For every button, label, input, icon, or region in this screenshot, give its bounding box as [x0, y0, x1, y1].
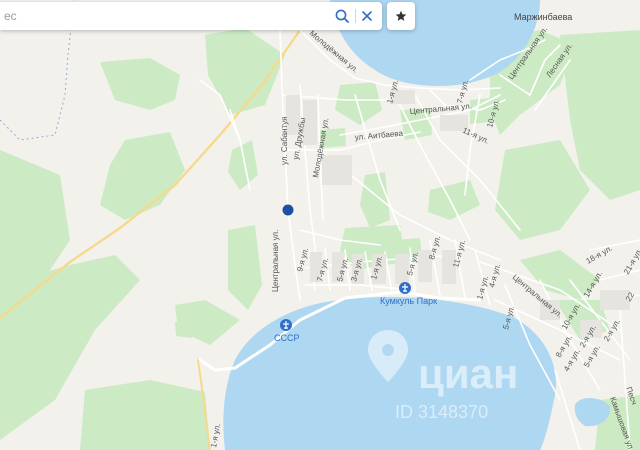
watermark-brand: циан — [418, 350, 518, 397]
search-bar — [0, 2, 382, 30]
clear-button[interactable] — [356, 5, 378, 27]
close-icon — [362, 11, 372, 21]
street-label-sabantuya: ул. Сабантуя — [280, 116, 289, 165]
star-icon — [395, 10, 407, 21]
map-canvas[interactable]: Маржинбаева Молодёжная ул. ул. Сабантуя … — [0, 0, 640, 450]
place-label-marzhinbaeva: Маржинбаева — [514, 12, 572, 22]
location-pin-icon[interactable] — [282, 204, 294, 216]
street-label-centralnaya: Центральная ул. — [271, 230, 280, 292]
poi-label: Кумкуль Парк — [380, 296, 437, 306]
poi-label: СССР — [274, 333, 300, 343]
search-icon — [335, 9, 349, 23]
search-button[interactable] — [331, 5, 353, 27]
search-input[interactable] — [0, 2, 320, 30]
watermark-listing-id: ID 3148370 — [395, 402, 488, 422]
favorite-button[interactable] — [387, 2, 415, 30]
